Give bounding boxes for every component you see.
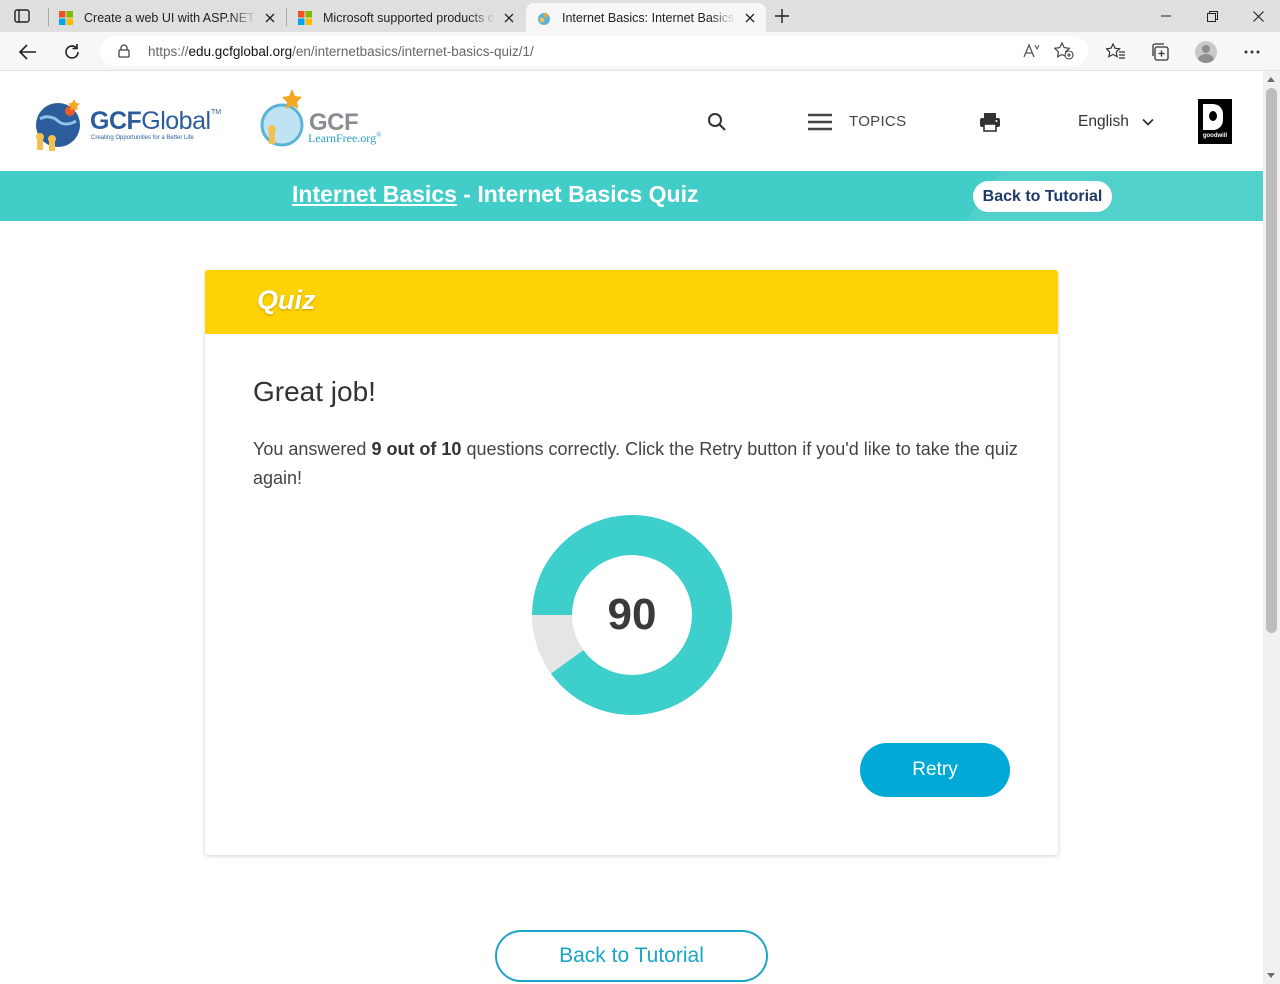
lock-icon[interactable] — [116, 43, 132, 59]
quiz-card: Quiz Great job! You answered 9 out of 10… — [205, 270, 1058, 855]
quiz-header-title: Quiz — [257, 285, 316, 315]
learnfree-globe-icon — [260, 89, 304, 147]
chevron-down-icon[interactable] — [1141, 115, 1155, 129]
language-select[interactable]: English — [1078, 113, 1129, 131]
close-tab-icon[interactable] — [742, 10, 758, 26]
banner-title: Internet Basics - Internet Basics Quiz — [292, 181, 698, 208]
result-heading: Great job! — [253, 376, 376, 407]
site-header: GCFGlobal TM Creating Opportunities for … — [0, 71, 1263, 171]
microsoft-logo-icon — [298, 10, 312, 25]
tab-title: Internet Basics: Internet Basics Q — [562, 10, 736, 25]
profile-avatar-icon[interactable] — [1194, 40, 1218, 64]
score-value: 90 — [607, 590, 657, 639]
collections-icon[interactable] — [1148, 40, 1172, 64]
tab-microsoft-products[interactable]: Microsoft supported products or — [287, 3, 525, 32]
print-icon[interactable] — [978, 110, 1002, 134]
restore-icon[interactable] — [1189, 0, 1235, 32]
scroll-up-arrow-icon[interactable] — [1267, 77, 1275, 82]
trademark-mark: TM — [211, 109, 222, 116]
url-text[interactable]: https://edu.gcfglobal.org/en/internetbas… — [148, 44, 534, 59]
quiz-card-header: Quiz — [205, 270, 1058, 334]
minimize-icon[interactable] — [1143, 0, 1189, 32]
scroll-thumb[interactable] — [1266, 88, 1277, 633]
read-aloud-icon[interactable] — [1022, 42, 1040, 60]
search-icon[interactable] — [706, 111, 728, 133]
gcfglobal-logo[interactable]: GCFGlobal TM Creating Opportunities for … — [28, 97, 222, 151]
goodwill-text: goodwill — [1202, 133, 1228, 139]
topics-link[interactable]: TOPICS — [849, 113, 906, 130]
favorites-icon[interactable] — [1104, 40, 1128, 64]
tab-actions-icon[interactable] — [10, 6, 34, 26]
refresh-icon[interactable] — [58, 38, 86, 66]
tab-aspnet[interactable]: Create a web UI with ASP.NET Co — [48, 3, 286, 32]
back-to-tutorial-bottom-button[interactable]: Back to Tutorial — [495, 930, 768, 982]
course-link[interactable]: Internet Basics — [292, 181, 457, 207]
gcfglobal-tagline: Creating Opportunities for a Better Life — [91, 135, 194, 141]
scroll-down-arrow-icon[interactable] — [1267, 973, 1275, 978]
learnfree-sub: LearnFree.org® — [308, 131, 382, 145]
new-tab-icon[interactable] — [772, 6, 792, 26]
title-separator: - — [456, 181, 478, 207]
browser-tab-bar: Create a web UI with ASP.NET Co Microsof… — [0, 0, 1280, 32]
result-message: You answered 9 out of 10 questions corre… — [253, 435, 1023, 493]
gcfglobal-wordmark: GCFGlobal — [90, 107, 211, 135]
url-prefix: https:// — [148, 43, 189, 59]
course-banner: Internet Basics - Internet Basics Quiz B… — [0, 171, 1263, 221]
back-arrow-icon[interactable] — [14, 38, 42, 66]
hamburger-menu-icon[interactable] — [807, 110, 833, 134]
result-score-text: 9 out of 10 — [371, 439, 462, 459]
page-title: Internet Basics Quiz — [477, 181, 699, 207]
result-prefix: You answered — [253, 439, 372, 459]
goodwill-logo[interactable]: goodwill — [1198, 99, 1232, 144]
tab-title: Microsoft supported products or — [323, 10, 495, 25]
tab-title: Create a web UI with ASP.NET Co — [84, 10, 256, 25]
microsoft-logo-icon — [59, 10, 73, 25]
close-window-icon[interactable] — [1235, 0, 1280, 32]
goodwill-g-icon — [1203, 104, 1223, 130]
address-bar[interactable]: https://edu.gcfglobal.org/en/internetbas… — [100, 36, 1088, 66]
close-tab-icon[interactable] — [262, 10, 278, 26]
gcf-learnfree-logo[interactable]: GCF LearnFree.org® — [258, 87, 403, 153]
url-path: /en/internetbasics/internet-basics-quiz/… — [292, 43, 534, 59]
tab-internet-basics[interactable]: Internet Basics: Internet Basics Q — [526, 3, 766, 32]
more-options-icon[interactable] — [1240, 40, 1264, 64]
browser-toolbar: https://edu.gcfglobal.org/en/internetbas… — [0, 32, 1280, 71]
gcf-favicon-icon — [538, 11, 550, 25]
close-tab-icon[interactable] — [501, 10, 517, 26]
back-to-tutorial-button[interactable]: Back to Tutorial — [973, 181, 1112, 212]
gcfglobal-globe-icon — [36, 99, 80, 151]
add-favorite-icon[interactable] — [1053, 41, 1074, 60]
url-domain: edu.gcfglobal.org — [188, 43, 293, 59]
retry-button[interactable]: Retry — [860, 743, 1010, 797]
page-scrollbar[interactable] — [1263, 71, 1280, 984]
